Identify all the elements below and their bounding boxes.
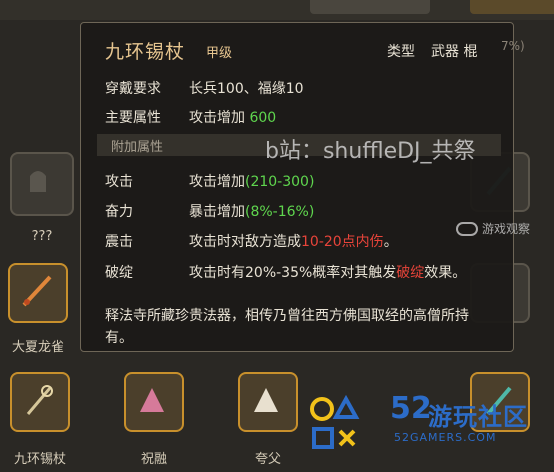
attr-fenli-prefix: 暴击增加: [189, 204, 245, 220]
fan-icon: [140, 388, 164, 412]
attr-attack-range: (210-300): [245, 174, 315, 190]
item-type-label: 类型: [387, 44, 415, 60]
site-watermark-icon: [456, 222, 478, 236]
attr-fenli-range: (8%-16%): [245, 204, 315, 220]
item-type-value: 武器 棍: [431, 44, 478, 60]
inventory-slot-kuafu[interactable]: [238, 372, 298, 432]
top-bar: [0, 0, 554, 20]
inventory-slot-daxialongque[interactable]: [8, 263, 68, 323]
attr-pozhan-prefix: 攻击时有20%-35%概率对其触发: [189, 265, 397, 281]
inventory-slot-unknown-label: ???: [31, 229, 53, 244]
logo-chinese: 游玩社区: [428, 403, 528, 431]
top-tab-right[interactable]: [470, 0, 554, 14]
attr-label-pozhan: 破绽: [105, 265, 133, 281]
attr-pozhan-status: 破绽: [396, 265, 425, 281]
attr-label-fenli: 奋力: [105, 204, 133, 220]
inventory-slot-unknown[interactable]: [10, 152, 74, 216]
main-attr-prefix: 攻击增加: [189, 110, 250, 126]
gamers-logo: 52 游玩社区 52GAMERS.COM: [308, 391, 548, 463]
bilibili-watermark: b站：shuffleDJ_共祭: [265, 139, 476, 164]
inventory-slot-kuafu-label: 夸父: [254, 452, 281, 467]
item-name: 九环锡杖: [105, 41, 186, 63]
armor-silhouette-icon: [30, 171, 46, 192]
inventory-slot-jiuhuanxizhang[interactable]: [10, 372, 70, 432]
attr-label-zhenji: 震击: [105, 234, 133, 250]
requirement-value: 长兵100、福缘10: [189, 81, 304, 97]
item-percent-fragment: 7%): [501, 39, 525, 53]
playstation-buttons-icon: [310, 394, 360, 449]
attr-zhenji-damage: 10-20点内伤: [301, 234, 384, 250]
main-attr-value: 攻击增加 600: [189, 107, 276, 127]
attr-zhenji-prefix: 攻击时对敌方造成: [189, 234, 301, 250]
inventory-slot-daxialongque-label: 大夏龙雀: [11, 340, 64, 355]
top-tab-left[interactable]: [310, 0, 430, 14]
attr-label-attack: 攻击: [105, 174, 133, 190]
fan-icon: [254, 388, 278, 412]
item-description: 释法寺所藏珍贵法器，相传乃曾往西方佛国取经的高僧所持有。: [105, 308, 469, 346]
item-tooltip: 九环锡杖 甲级 类型 武器 棍 7%) 穿戴要求 长兵100、福缘10 主要属性…: [80, 22, 525, 352]
sword-icon: [22, 275, 52, 307]
attr-value-fenli: 暴击增加(8%-16%): [189, 201, 314, 221]
logo-number: 52: [390, 391, 432, 426]
site-watermark-text: 游戏观察: [482, 222, 531, 236]
inventory-slot-zhurong-label: 祝融: [140, 452, 167, 467]
attr-pozhan-suffix: 效果。: [424, 265, 467, 281]
inventory-slot-jiuhuanxizhang-label: 九环锡杖: [13, 452, 66, 467]
attr-value-pozhan: 攻击时有20%-35%概率对其触发破绽效果。: [189, 262, 466, 282]
staff-icon: [26, 385, 53, 415]
attr-zhenji-suffix: 。: [383, 234, 398, 250]
requirement-label: 穿戴要求: [105, 81, 161, 97]
attr-value-attack: 攻击增加(210-300): [189, 171, 314, 191]
main-attr-number: 600: [249, 110, 277, 126]
logo-english: 52GAMERS.COM: [394, 431, 497, 444]
bonus-attr-header-label: 附加属性: [111, 140, 164, 155]
attr-value-zhenji: 攻击时对敌方造成10-20点内伤。: [189, 231, 398, 251]
main-attr-label: 主要属性: [105, 110, 161, 126]
item-grade: 甲级: [206, 46, 233, 61]
inventory-slot-zhurong[interactable]: [124, 372, 184, 432]
attr-attack-prefix: 攻击增加: [189, 174, 245, 190]
